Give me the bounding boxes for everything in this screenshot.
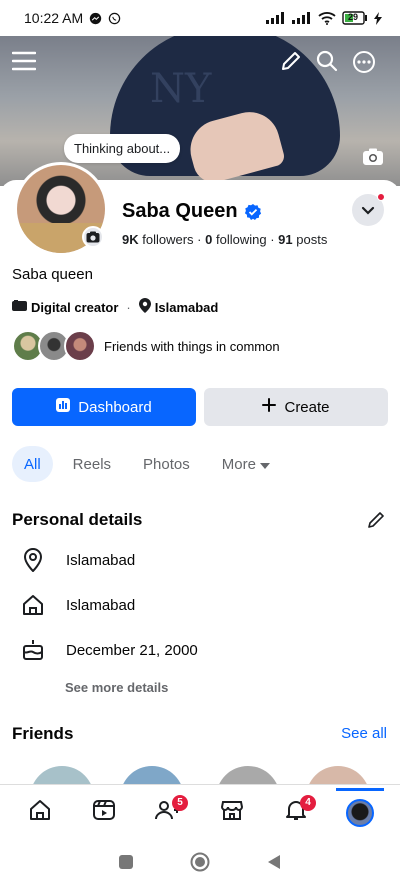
tab-more-label: More <box>221 455 256 473</box>
detail-location: Islamabad <box>20 548 135 572</box>
nav-marketplace[interactable] <box>208 789 256 837</box>
more-options-icon[interactable] <box>352 50 376 79</box>
profile-actions: Dashboard Create <box>12 388 388 426</box>
posts-label: posts <box>296 232 328 247</box>
nav-home[interactable] <box>16 789 64 837</box>
friend-photo[interactable] <box>120 766 184 786</box>
system-navigation <box>0 840 400 888</box>
tab-photos[interactable]: Photos <box>131 446 202 482</box>
profile-name: Saba Queen <box>122 200 262 223</box>
edit-pencil-icon[interactable] <box>280 50 302 77</box>
personal-details-title: Personal details <box>12 510 143 529</box>
see-all-friends-link[interactable]: See all <box>341 725 387 742</box>
category-text: Digital creator <box>31 299 119 315</box>
video-icon <box>92 798 116 827</box>
signal-icon <box>266 12 286 24</box>
detail-location-text: Islamabad <box>66 551 136 569</box>
friends-badge: 5 <box>172 794 188 811</box>
caret-down-icon <box>259 456 270 473</box>
profile-avatar-icon <box>346 798 374 827</box>
friend-avatar <box>64 330 96 362</box>
location-pin-icon <box>20 548 46 572</box>
bottom-navigation: 5 4 <box>0 784 400 840</box>
profile-options-button[interactable] <box>352 193 385 226</box>
thought-bubble[interactable]: Thinking about... <box>64 134 181 163</box>
status-time: 10:22 AM <box>24 10 84 26</box>
battery-level: 29 <box>348 12 359 22</box>
location-text: Islamabad <box>154 299 219 315</box>
camera-icon[interactable] <box>82 226 104 248</box>
menu-icon[interactable] <box>11 50 37 77</box>
home-button-icon[interactable] <box>190 852 210 877</box>
following-label[interactable]: following <box>216 232 267 247</box>
cover-image-logo: NY <box>150 66 212 112</box>
profile-stats: 9K followers · 0 following · 91 posts <box>122 232 328 247</box>
tab-all[interactable]: All <box>12 446 53 482</box>
cover-camera-icon[interactable] <box>360 146 386 168</box>
profile-name-text: Saba Queen <box>122 200 238 222</box>
friends-preview <box>20 766 400 786</box>
notification-dot <box>377 193 385 201</box>
location-pin-icon <box>138 298 151 316</box>
dashboard-button[interactable]: Dashboard <box>12 388 196 426</box>
charging-icon <box>374 11 382 25</box>
battery-icon: 29 <box>342 11 368 25</box>
wifi-icon <box>318 11 336 25</box>
edit-details-icon[interactable] <box>366 510 386 535</box>
posts-count: 91 <box>278 232 293 247</box>
profile-card: Thinking about... Saba Queen 9K follower… <box>0 134 400 888</box>
create-button[interactable]: Create <box>204 388 388 426</box>
bio: Saba queen <box>12 266 93 283</box>
marketplace-icon <box>220 798 244 827</box>
friends-title: Friends <box>12 724 74 743</box>
home-icon <box>20 593 46 617</box>
home-icon <box>28 798 52 827</box>
dashboard-label: Dashboard <box>78 398 152 416</box>
detail-hometown: Islamabad <box>20 593 135 617</box>
dashboard-icon <box>56 398 71 416</box>
recents-icon[interactable] <box>118 854 134 875</box>
signal-icon-2 <box>292 12 312 24</box>
search-icon[interactable] <box>316 50 338 77</box>
category-icon <box>12 299 27 315</box>
friends-in-common[interactable]: Friends with things in common <box>12 330 280 362</box>
nav-video[interactable] <box>80 789 128 837</box>
whatsapp-icon <box>108 12 121 25</box>
plus-icon <box>262 398 277 416</box>
followers-label[interactable]: followers <box>142 232 193 247</box>
verified-badge-icon <box>244 203 262 221</box>
nav-friends[interactable]: 5 <box>144 789 192 837</box>
birthday-cake-icon <box>20 638 46 662</box>
notifications-badge: 4 <box>300 794 316 811</box>
profile-tabs: All Reels Photos More <box>12 446 290 482</box>
tab-reels[interactable]: Reels <box>61 446 123 482</box>
profile-meta: Digital creator · Islamabad <box>12 298 218 316</box>
detail-birthday-text: December 21, 2000 <box>66 641 198 659</box>
status-bar: 10:22 AM 29 <box>0 0 400 36</box>
create-label: Create <box>284 398 330 416</box>
see-more-details-link[interactable]: See more details <box>65 680 168 695</box>
detail-birthday: December 21, 2000 <box>20 638 198 662</box>
back-icon[interactable] <box>266 854 282 875</box>
profile-picture[interactable] <box>14 162 108 256</box>
nav-profile[interactable] <box>336 787 384 837</box>
friends-in-common-label: Friends with things in common <box>104 338 280 354</box>
nav-notifications[interactable]: 4 <box>272 789 320 837</box>
friend-photo[interactable] <box>306 766 370 786</box>
followers-count[interactable]: 9K <box>122 232 139 247</box>
friend-photo[interactable] <box>30 766 94 786</box>
friend-photo[interactable] <box>216 766 280 786</box>
tab-more[interactable]: More <box>210 446 282 482</box>
following-count[interactable]: 0 <box>205 232 212 247</box>
detail-hometown-text: Islamabad <box>66 596 136 614</box>
messenger-icon <box>89 12 102 25</box>
